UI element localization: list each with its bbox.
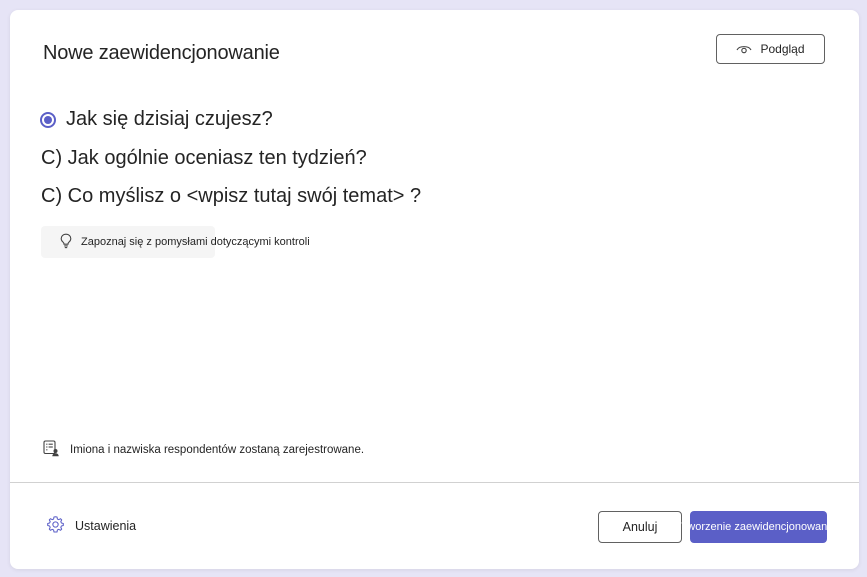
eye-icon [736, 43, 752, 55]
explore-ideas-label: Zapoznaj się z pomysłami dotyczącymi kon… [81, 236, 310, 248]
question-text: C) Jak ogólnie oceniasz ten tydzień? [41, 147, 367, 169]
checkin-dialog: Nowe zaewidencjonowanie Podgląd Jak się … [10, 10, 859, 569]
settings-button[interactable]: Ustawienia [46, 515, 136, 537]
question-text: Jak się dzisiaj czujesz? [66, 108, 273, 130]
question-option-1[interactable]: Jak się dzisiaj czujesz? [40, 108, 273, 131]
gear-icon [46, 515, 75, 537]
question-option-3[interactable]: C) Co myślisz o <wpisz tutaj swój temat>… [41, 185, 421, 208]
preview-button[interactable]: Podgląd [716, 34, 825, 64]
create-checkin-button[interactable]: Tworzenie zaewidencjonowania [681, 511, 836, 543]
radio-selected-icon[interactable] [40, 111, 56, 128]
respondent-notice: Imiona i nazwiska respondentów zostaną z… [43, 440, 364, 460]
question-text: C) Co myślisz o <wpisz tutaj swój temat>… [41, 185, 422, 207]
cancel-button[interactable]: Anuluj [598, 511, 682, 543]
question-option-2[interactable]: C) Jak ogólnie oceniasz ten tydzień? [41, 147, 367, 170]
recorded-names-icon [43, 440, 70, 460]
explore-ideas-button[interactable]: Zapoznaj się z pomysłami dotyczącymi kon… [41, 226, 310, 258]
preview-label: Podgląd [760, 42, 805, 56]
lightbulb-icon [60, 233, 81, 252]
respondent-notice-text: Imiona i nazwiska respondentów zostaną z… [70, 444, 365, 456]
dialog-title: Nowe zaewidencjonowanie [43, 42, 280, 64]
footer-divider [10, 482, 859, 483]
settings-label: Ustawienia [75, 519, 137, 533]
